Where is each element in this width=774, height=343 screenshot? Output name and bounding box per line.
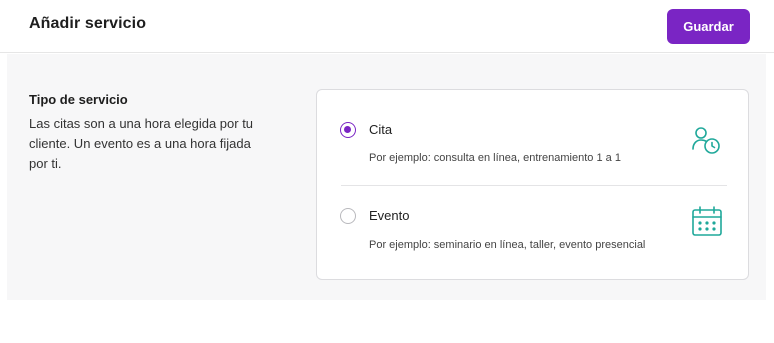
page-title: Añadir servicio (29, 15, 147, 32)
service-type-section: Tipo de servicio Las citas son a una hor… (7, 54, 766, 300)
person-clock-icon (692, 127, 720, 154)
cita-radio[interactable] (340, 122, 356, 138)
service-type-title: Tipo de servicio (29, 92, 128, 107)
evento-radio[interactable] (340, 208, 356, 224)
option-evento[interactable]: Evento Por ejemplo: seminario en línea, … (317, 186, 748, 281)
service-type-description: Las citas son a una hora elegida por tu … (29, 116, 254, 171)
cita-label: Cita (369, 122, 393, 137)
option-cita[interactable]: Cita Por ejemplo: consulta en línea, ent… (317, 90, 748, 185)
calendar-icon (692, 206, 722, 236)
page-header: Añadir servicio Guardar (0, 0, 774, 53)
save-button[interactable]: Guardar (667, 9, 750, 44)
cita-example: Por ejemplo: consulta en línea, entrenam… (369, 152, 621, 164)
evento-example: Por ejemplo: seminario en línea, taller,… (369, 239, 646, 251)
evento-label: Evento (369, 208, 410, 223)
service-type-options-card: Cita Por ejemplo: consulta en línea, ent… (316, 89, 749, 280)
